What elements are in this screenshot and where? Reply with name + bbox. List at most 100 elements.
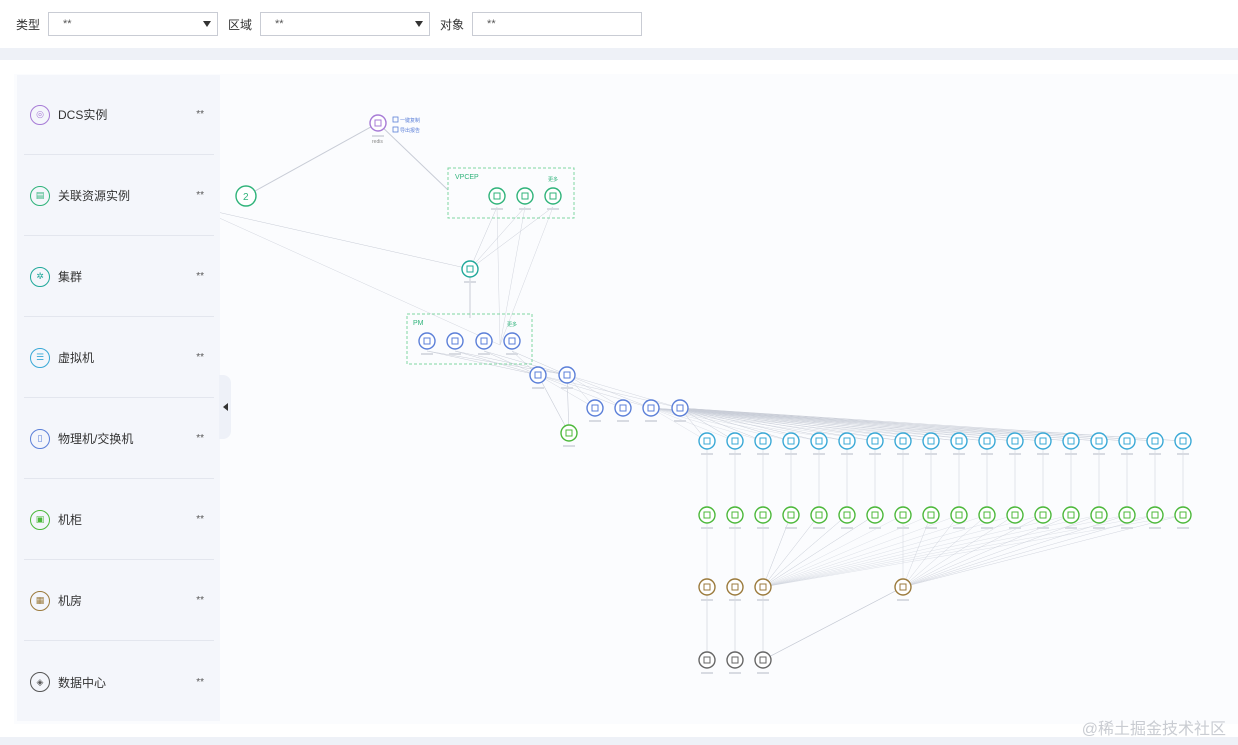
node-caption: [785, 453, 797, 455]
sidebar-item-physical[interactable]: ▯ 物理机/交换机 **: [24, 399, 214, 479]
room-icon: ▦: [30, 590, 50, 611]
cabinet-node[interactable]: [1006, 506, 1024, 524]
pm-node[interactable]: [503, 332, 521, 350]
cabinet-node[interactable]: [1062, 506, 1080, 524]
cabinet-node[interactable]: [782, 506, 800, 524]
host-node[interactable]: [529, 366, 547, 384]
datacenter-node[interactable]: [726, 651, 744, 669]
datacenter-node[interactable]: [698, 651, 716, 669]
vm-node[interactable]: [950, 432, 968, 450]
vpcep-node[interactable]: [488, 187, 506, 205]
cabinet-node[interactable]: [810, 506, 828, 524]
vm-node[interactable]: [1118, 432, 1136, 450]
host-node[interactable]: [558, 366, 576, 384]
vm-node[interactable]: [922, 432, 940, 450]
node-caption: [1009, 527, 1021, 529]
cabinet-node[interactable]: [978, 506, 996, 524]
node-caption: [478, 353, 490, 355]
export-icon: [392, 126, 399, 133]
pm-node[interactable]: [446, 332, 464, 350]
cabinet-node[interactable]: [922, 506, 940, 524]
sidebar-item-cluster[interactable]: ✲ 集群 **: [24, 237, 214, 317]
cabinet-node[interactable]: [866, 506, 884, 524]
sidebar-item-related[interactable]: ▤ 关联资源实例 **: [24, 156, 214, 236]
topology-edge: [496, 206, 501, 346]
cabinet-node[interactable]: [950, 506, 968, 524]
node-caption: [491, 208, 503, 210]
topology-edge: [245, 122, 379, 197]
node-caption: [841, 527, 853, 529]
vm-node[interactable]: [726, 432, 744, 450]
vm-node[interactable]: [838, 432, 856, 450]
node-caption: [897, 453, 909, 455]
sidebar-item-count: **: [196, 514, 204, 525]
cabinet-node[interactable]: [894, 506, 912, 524]
room-node[interactable]: [894, 578, 912, 596]
sidebar-item-datacenter[interactable]: ◈ 数据中心 **: [24, 642, 214, 722]
cabinet-node[interactable]: [1034, 506, 1052, 524]
datacenter-node[interactable]: [754, 651, 772, 669]
node-caption: [547, 208, 559, 210]
pm-node[interactable]: [418, 332, 436, 350]
cabinet-node[interactable]: [698, 506, 716, 524]
cabinet-node[interactable]: [754, 506, 772, 524]
vm-node[interactable]: [1146, 432, 1164, 450]
vm-node[interactable]: [978, 432, 996, 450]
cabinet-node[interactable]: [838, 506, 856, 524]
vm-node[interactable]: [754, 432, 772, 450]
topology-edge: [762, 514, 1156, 588]
node-caption: [757, 453, 769, 455]
export-action: 导出报告: [400, 127, 420, 134]
room-node[interactable]: [754, 578, 772, 596]
host-node[interactable]: [614, 399, 632, 417]
vm-node[interactable]: [1034, 432, 1052, 450]
topology-edge: [762, 586, 904, 661]
vm-node[interactable]: [1006, 432, 1024, 450]
cabinet-node[interactable]: [1118, 506, 1136, 524]
vm-node[interactable]: [866, 432, 884, 450]
sidebar-collapse-button[interactable]: [219, 375, 231, 439]
vpcep-node[interactable]: [544, 187, 562, 205]
cabinet-node[interactable]: [1090, 506, 1108, 524]
room-node[interactable]: [698, 578, 716, 596]
vm-node[interactable]: [894, 432, 912, 450]
node-caption: [1065, 527, 1077, 529]
server-icon: ▯: [30, 428, 50, 449]
vm-node[interactable]: [1090, 432, 1108, 450]
topology-edge: [762, 514, 1100, 588]
sidebar-item-dcs[interactable]: ◎ DCS实例 **: [24, 75, 214, 155]
watermark: @稀土掘金技术社区: [1081, 721, 1226, 738]
topology-edge: [537, 374, 681, 409]
host-node[interactable]: [642, 399, 660, 417]
vm-node[interactable]: [698, 432, 716, 450]
vm-node[interactable]: [782, 432, 800, 450]
vm-node[interactable]: [810, 432, 828, 450]
node-caption: [1121, 527, 1133, 529]
topology-edge: [537, 374, 570, 434]
node-caption: [981, 527, 993, 529]
host-node[interactable]: [586, 399, 604, 417]
copy-action: 一键复制: [400, 117, 420, 124]
instance-icon: ◎: [30, 104, 50, 125]
vm-node[interactable]: [1174, 432, 1192, 450]
node-caption: [464, 281, 476, 283]
cabinet-node[interactable]: [1146, 506, 1164, 524]
cabinet-node[interactable]: [1174, 506, 1192, 524]
node-caption: [1037, 453, 1049, 455]
sidebar-item-vm[interactable]: ☰ 虚拟机 **: [24, 318, 214, 398]
vpcep-node[interactable]: [516, 187, 534, 205]
topology-edge: [902, 514, 1128, 588]
vm-node[interactable]: [1062, 432, 1080, 450]
cluster-node[interactable]: [461, 260, 479, 278]
topology-edge: [762, 514, 1184, 588]
node-caption: [757, 527, 769, 529]
sidebar-item-cabinet[interactable]: ▣ 机柜 **: [24, 480, 214, 560]
pm-more-link: 更多: [507, 321, 517, 328]
sidebar-item-room[interactable]: ▦ 机房 **: [24, 561, 214, 641]
pm-node[interactable]: [475, 332, 493, 350]
room-node[interactable]: [726, 578, 744, 596]
cabinet-node[interactable]: [726, 506, 744, 524]
redis-node[interactable]: [369, 114, 387, 132]
cabinet-node[interactable]: [560, 424, 578, 442]
host-node[interactable]: [671, 399, 689, 417]
